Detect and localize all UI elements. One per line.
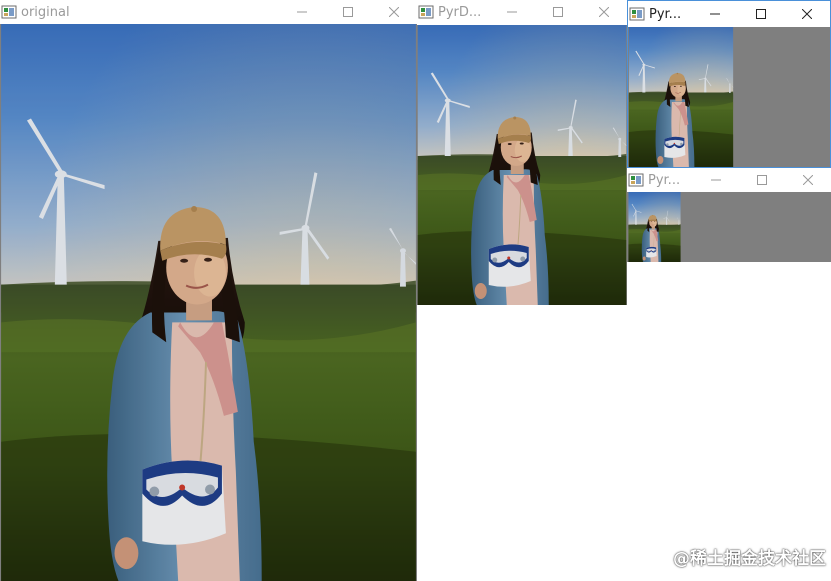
window-original[interactable]: original — [0, 0, 417, 581]
watermark: https://blog.csdn.net/zxsmoonlit @稀土掘金技术… — [600, 544, 828, 569]
minimize-icon — [710, 13, 720, 15]
maximize-button[interactable] — [325, 0, 371, 24]
titlebar[interactable]: PyrD... — [417, 0, 627, 24]
close-button[interactable] — [785, 168, 831, 192]
watermark-brand: @稀土掘金技术社区 — [673, 549, 826, 569]
minimize-icon — [507, 11, 517, 13]
window-title: original — [21, 4, 70, 20]
app-icon — [418, 5, 434, 19]
minimize-button[interactable] — [692, 1, 738, 27]
maximize-icon — [757, 175, 767, 185]
window-pyrdown-2[interactable]: Pyr... — [627, 0, 831, 168]
close-button[interactable] — [371, 0, 417, 24]
close-icon — [803, 175, 813, 185]
maximize-button[interactable] — [739, 168, 785, 192]
maximize-icon — [343, 7, 353, 17]
image-canvas — [628, 27, 830, 167]
minimize-button[interactable] — [693, 168, 739, 192]
desktop: original PyrD... Pyr... Pyr... https://b… — [0, 0, 831, 581]
titlebar[interactable]: Pyr... — [627, 168, 831, 192]
app-icon — [1, 5, 17, 19]
window-title: PyrD... — [438, 4, 482, 20]
image-canvas — [417, 25, 627, 305]
maximize-button[interactable] — [535, 0, 581, 24]
window-title: Pyr... — [649, 6, 682, 22]
window-pyrdown-3[interactable]: Pyr... — [627, 168, 831, 262]
close-button[interactable] — [581, 0, 627, 24]
minimize-button[interactable] — [279, 0, 325, 24]
photo-original — [0, 24, 417, 581]
close-icon — [389, 7, 399, 17]
maximize-icon — [553, 7, 563, 17]
app-icon — [629, 7, 645, 21]
photo-pyrdown-2 — [628, 27, 734, 167]
maximize-icon — [756, 9, 766, 19]
titlebar[interactable]: original — [0, 0, 417, 24]
minimize-icon — [297, 11, 307, 13]
minimize-icon — [711, 179, 721, 181]
close-icon — [802, 9, 812, 19]
window-title: Pyr... — [648, 172, 681, 188]
image-canvas — [627, 192, 831, 262]
titlebar[interactable]: Pyr... — [628, 1, 830, 27]
close-icon — [599, 7, 609, 17]
window-pyrdown-1[interactable]: PyrD... — [417, 0, 627, 305]
app-icon — [628, 173, 644, 187]
close-button[interactable] — [784, 1, 830, 27]
maximize-button[interactable] — [738, 1, 784, 27]
photo-pyrdown-1 — [417, 25, 627, 305]
photo-pyrdown-3 — [628, 192, 681, 262]
minimize-button[interactable] — [489, 0, 535, 24]
image-canvas — [0, 24, 417, 581]
